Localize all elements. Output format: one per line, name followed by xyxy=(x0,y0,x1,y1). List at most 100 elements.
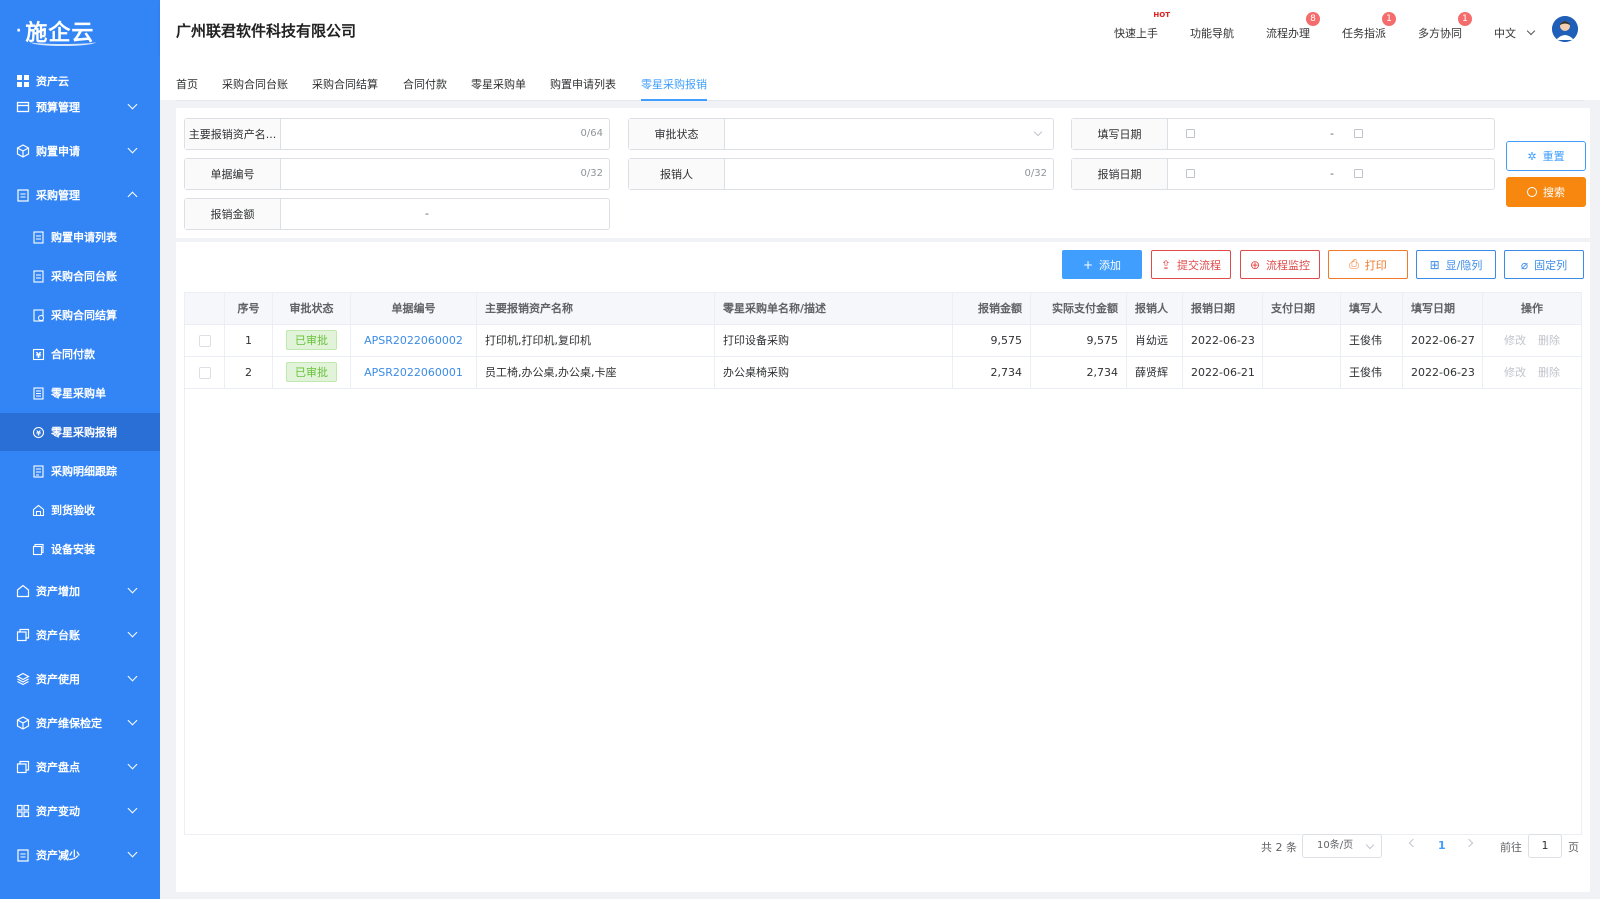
upload-icon: ⇪ xyxy=(1160,257,1172,272)
tab-divider xyxy=(176,100,1584,101)
header-cell: 操作 xyxy=(1521,302,1543,315)
hot-badge: HOT xyxy=(1153,11,1170,19)
delete-link[interactable]: 删除 xyxy=(1538,334,1560,347)
add-button[interactable]: + 添加 xyxy=(1062,250,1142,279)
clipboard-icon xyxy=(16,188,30,202)
row-checkbox[interactable] xyxy=(198,335,211,347)
header-cell: 序号 xyxy=(225,293,273,325)
asset-name-field[interactable]: 主要报销资产名... 0/64 xyxy=(184,118,610,150)
sidebar-sub-label: 采购合同结算 xyxy=(51,309,117,322)
filler-cell: 王俊伟 xyxy=(1341,325,1403,357)
sidebar-item-maintenance[interactable]: 资产维保检定 xyxy=(0,706,160,740)
search-button[interactable]: 搜索 xyxy=(1506,177,1586,207)
reimburser-field[interactable]: 报销人 0/32 xyxy=(628,158,1054,190)
edit-link[interactable]: 修改 xyxy=(1504,334,1526,347)
sidebar-item-asset-reduce[interactable]: 资产减少 xyxy=(0,838,160,872)
table-row[interactable]: 1 已审批 APSR2022060002 打印机,打印机,复印机 打印设备采购 … xyxy=(185,325,1581,357)
tab-contract-payment[interactable]: 合同付款 xyxy=(403,76,447,92)
page-size-select[interactable]: 10条/页 xyxy=(1302,834,1382,858)
target-icon: ⊕ xyxy=(1249,257,1261,272)
current-page[interactable]: 1 xyxy=(1438,839,1446,863)
doc-no-link[interactable]: APSR2022060001 xyxy=(351,357,477,389)
delete-link[interactable]: 删除 xyxy=(1538,366,1560,379)
nav-collaboration[interactable]: 多方协同 1 xyxy=(1418,12,1472,41)
sidebar-sub-misc-reimbursement[interactable]: ¥ 零星采购报销 xyxy=(0,413,160,451)
goto-label: 前往 xyxy=(1500,841,1522,854)
paid-cell: 9,575 xyxy=(1031,325,1127,357)
sidebar-item-inventory[interactable]: 资产盘点 xyxy=(0,750,160,784)
reset-button[interactable]: ✲ 重置 xyxy=(1506,141,1586,171)
row-checkbox[interactable] xyxy=(198,367,211,379)
sidebar-item-asset-add[interactable]: 资产增加 xyxy=(0,574,160,608)
reimb-date-range[interactable]: 报销日期 - xyxy=(1071,158,1495,190)
sidebar-item-label: 预算管理 xyxy=(36,101,80,114)
toggle-columns-button[interactable]: ⊞ 显/隐列 xyxy=(1416,250,1496,279)
header-cell: 主要报销资产名称 xyxy=(477,293,715,325)
grid-icon xyxy=(16,74,30,88)
sidebar-item-procurement[interactable]: 采购管理 xyxy=(0,178,160,212)
sidebar-sub-contract-payment[interactable]: ¥ 合同付款 xyxy=(0,335,160,373)
reimb-date-input[interactable]: - xyxy=(1168,159,1494,189)
goto-page-input[interactable]: 1 xyxy=(1528,834,1562,858)
approval-status-input[interactable] xyxy=(725,119,1053,149)
approval-status-select[interactable]: 审批状态 xyxy=(628,118,1054,150)
doc-no-input[interactable]: 0/32 xyxy=(281,159,609,189)
fill-date-cell: 2022-06-27 xyxy=(1403,325,1483,357)
fill-date-input[interactable]: - xyxy=(1168,119,1494,149)
sidebar-item-asset-usage[interactable]: 资产使用 xyxy=(0,662,160,696)
process-monitor-button[interactable]: ⊕ 流程监控 xyxy=(1240,250,1320,279)
tab-purchase-request-list[interactable]: 购置申请列表 xyxy=(550,76,616,92)
tab-contract-settlement[interactable]: 采购合同结算 xyxy=(312,76,378,92)
sidebar-sub-detail-tracking[interactable]: 采购明细跟踪 xyxy=(0,452,160,490)
chevron-down-icon xyxy=(1033,127,1043,137)
asset-name-input[interactable]: 0/64 xyxy=(281,119,609,149)
table-row[interactable]: 2 已审批 APSR2022060001 员工椅,办公桌,办公桌,卡座 办公桌椅… xyxy=(185,357,1581,389)
edit-link[interactable]: 修改 xyxy=(1504,366,1526,379)
tab-home[interactable]: 首页 xyxy=(176,76,198,92)
tab-misc-purchase[interactable]: 零星采购单 xyxy=(471,76,526,92)
nav-quick-start[interactable]: 快速上手 HOT xyxy=(1114,11,1170,41)
sidebar-sub-equipment-install[interactable]: 设备安装 xyxy=(0,530,160,568)
sidebar-sub-arrival-acceptance[interactable]: 到货验收 xyxy=(0,491,160,529)
fill-date-range[interactable]: 填写日期 - xyxy=(1071,118,1495,150)
nav-process-handling[interactable]: 流程办理 8 xyxy=(1266,12,1320,41)
sidebar-sub-contract-ledger[interactable]: 采购合同台账 xyxy=(0,257,160,295)
index-cell: 2 xyxy=(225,357,273,389)
cube-icon xyxy=(16,144,30,158)
next-page-icon[interactable] xyxy=(1464,838,1474,848)
sidebar-sub-purchase-request-list[interactable]: 购置申请列表 xyxy=(0,218,160,256)
sidebar-item-purchase-request[interactable]: 购置申请 xyxy=(0,134,160,168)
actions-cell: 修改 删除 xyxy=(1483,357,1581,389)
language-label: 中文 xyxy=(1494,27,1516,40)
amount-range-input[interactable]: - xyxy=(281,199,609,229)
sidebar-sub-misc-purchase[interactable]: 零星采购单 xyxy=(0,374,160,412)
logo-swoosh xyxy=(30,38,96,46)
submit-process-button[interactable]: ⇪ 提交流程 xyxy=(1151,250,1231,279)
sidebar-item-asset-ledger[interactable]: 资产台账 xyxy=(0,618,160,652)
printer-icon: ⎙ xyxy=(1349,257,1359,271)
pin-columns-button[interactable]: ⌀ 固定列 xyxy=(1504,250,1584,279)
field-label: 报销日期 xyxy=(1072,159,1168,189)
doc-no-link[interactable]: APSR2022060002 xyxy=(351,325,477,357)
reimburser-input[interactable]: 0/32 xyxy=(725,159,1053,189)
index-cell: 1 xyxy=(225,325,273,357)
ledger-icon xyxy=(16,628,30,642)
tab-contract-ledger[interactable]: 采购合同台账 xyxy=(222,76,288,92)
sidebar-item-asset-change[interactable]: 资产变动 xyxy=(0,794,160,828)
language-select[interactable]: 中文 xyxy=(1494,25,1535,41)
tab-misc-reimbursement[interactable]: 零星采购报销 xyxy=(641,76,707,92)
sidebar-item-budget[interactable]: 预算管理 xyxy=(0,90,160,124)
header-cell: 填写日期 xyxy=(1403,293,1483,325)
print-button[interactable]: ⎙ 打印 xyxy=(1328,250,1408,279)
nav-task-assign[interactable]: 任务指派 1 xyxy=(1342,12,1396,41)
amount-range-field[interactable]: 报销金额 - xyxy=(184,198,610,230)
avatar[interactable] xyxy=(1552,16,1578,42)
range-separator: - xyxy=(1330,167,1334,180)
prev-page-icon[interactable] xyxy=(1408,838,1418,848)
nav-function-guide[interactable]: 功能导航 xyxy=(1190,25,1234,41)
sidebar-item-label: 采购管理 xyxy=(36,189,80,202)
doc-no-field[interactable]: 单据编号 0/32 xyxy=(184,158,610,190)
sidebar-sub-contract-settlement[interactable]: 采购合同结算 xyxy=(0,296,160,334)
settlement-icon xyxy=(32,308,45,322)
sidebar: · 施企云 资产云 预算管理 购置申请 采购管理 购置申请列表 采购合同台账 采… xyxy=(0,0,160,899)
